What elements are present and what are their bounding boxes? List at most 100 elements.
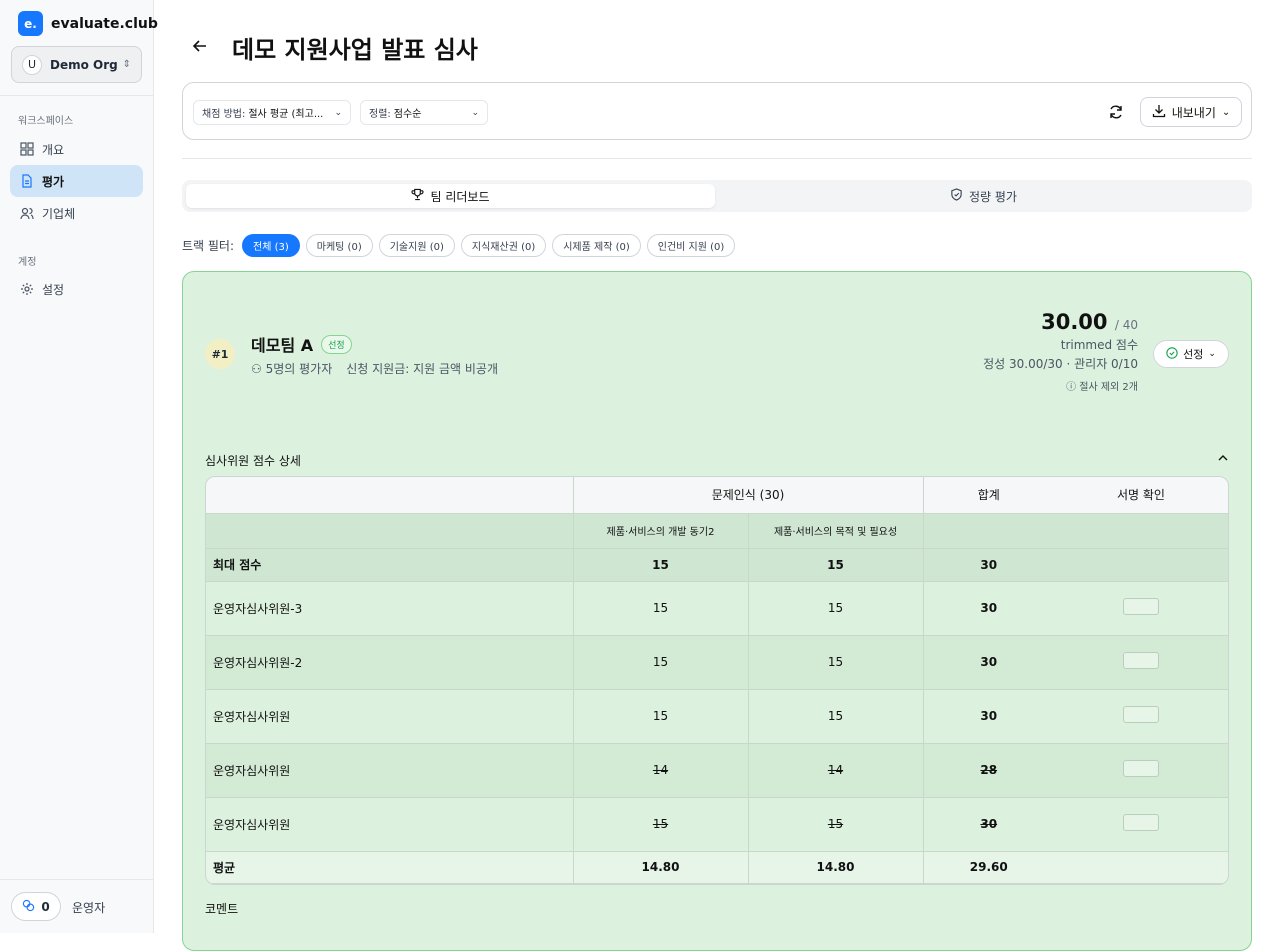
user-credit-pill[interactable]: 0 <box>11 892 61 921</box>
score-total: 30 <box>923 797 1054 852</box>
subheader-criterion: 제품·서비스의 목적 및 필요성 <box>748 513 924 549</box>
average-row: 평균 14.80 14.80 29.60 <box>206 851 1228 884</box>
signature-image <box>1123 652 1159 669</box>
chevron-down-icon: ⌄ <box>334 107 342 118</box>
score-c2: 15 <box>748 635 924 690</box>
export-button[interactable]: 내보내기 ⌄ <box>1140 97 1242 127</box>
score-c1: 14 <box>573 743 749 798</box>
sidebar-item-label: 설정 <box>42 282 65 297</box>
account-section-label: 계정 <box>18 257 37 268</box>
shield-icon <box>950 188 963 204</box>
team-name: 데모팀 A <box>251 336 314 355</box>
signature-image <box>1123 706 1159 723</box>
avg-total: 29.60 <box>923 851 1054 884</box>
users-icon <box>20 206 34 220</box>
org-switcher[interactable]: U Demo Org ⇕ <box>11 46 142 83</box>
brand[interactable]: e. evaluate.club <box>18 11 158 36</box>
selection-dropdown[interactable]: 선정 ⌄ <box>1153 340 1229 368</box>
filter-chip-marketing[interactable]: 마케팅 (0) <box>305 234 373 257</box>
evaluator-count: ⚇ 5명의 평가자 <box>251 362 333 376</box>
sidebar-item-overview[interactable]: 개요 <box>10 133 143 165</box>
score-c2: 15 <box>748 581 924 636</box>
table-header-row: 문제인식 (30) 합계 서명 확인 <box>206 477 1228 514</box>
team-name-row: 데모팀 A 선정 <box>251 332 352 356</box>
signature-thumbnail[interactable] <box>1054 689 1228 744</box>
filter-chip-all[interactable]: 전체 (3) <box>242 234 300 257</box>
score-total: 30 <box>923 635 1054 690</box>
chevron-down-icon: ⌄ <box>471 107 479 118</box>
sort-dropdown[interactable]: 정렬: 점수순 ⌄ <box>360 100 488 125</box>
score-type: trimmed 점수 <box>1060 338 1138 352</box>
score-c1: 15 <box>573 689 749 744</box>
team-card: #1 데모팀 A 선정 ⚇ 5명의 평가자 신청 지원금: 지원 금액 비공개 … <box>182 271 1252 951</box>
selection-label: 선정 <box>1183 348 1204 361</box>
scoring-value: 절사 평균 (최고... <box>248 109 324 120</box>
avg-signature <box>1054 851 1228 884</box>
trim-note: ⓘ 절사 제외 2개 <box>1066 382 1138 393</box>
score-detail-title: 심사위원 점수 상세 <box>205 454 301 468</box>
signature-thumbnail[interactable] <box>1054 743 1228 798</box>
refresh-icon[interactable] <box>1108 104 1126 122</box>
table-row-trimmed: 운영자심사위원 14 14 28 <box>206 743 1228 798</box>
back-arrow-icon[interactable] <box>192 38 208 59</box>
track-filter-label: 트랙 필터: <box>182 239 235 253</box>
signature-thumbnail[interactable] <box>1054 635 1228 690</box>
table-row: 운영자심사위원-2 15 15 30 <box>206 635 1228 690</box>
track-filters: 트랙 필터: 전체 (3) 마케팅 (0) 기술지원 (0) 지식재산권 (0)… <box>182 234 736 257</box>
download-icon <box>1152 104 1166 121</box>
divider <box>182 158 1252 159</box>
max-total: 30 <box>923 548 1054 582</box>
chevron-down-icon: ⌄ <box>1208 349 1216 359</box>
sidebar-divider <box>0 879 153 880</box>
header-signature: 서명 확인 <box>1054 477 1228 514</box>
chevron-up-icon[interactable] <box>1217 452 1229 467</box>
sidebar-item-evaluation[interactable]: 평가 <box>10 165 143 197</box>
filter-chip-ip[interactable]: 지식재산권 (0) <box>460 234 547 257</box>
user-count: 0 <box>41 899 50 914</box>
score-c1: 15 <box>573 581 749 636</box>
sidebar-item-label: 개요 <box>42 142 65 157</box>
avg-c1: 14.80 <box>573 851 749 884</box>
document-icon <box>20 174 34 188</box>
chevron-updown-icon: ⇕ <box>122 59 131 70</box>
gear-icon <box>20 282 34 296</box>
table-subheader-row: 제품·서비스의 개발 동기2 제품·서비스의 목적 및 필요성 <box>206 513 1228 549</box>
tab-quantitative-eval[interactable]: 정량 평가 <box>719 184 1248 208</box>
filter-chip-labor[interactable]: 인건비 지원 (0) <box>646 234 736 257</box>
users-icon: ⚇ <box>251 362 266 376</box>
sidebar-item-label: 기업체 <box>42 206 76 221</box>
max-signature <box>1054 548 1228 582</box>
judge-name: 운영자심사위원 <box>206 797 574 852</box>
score-table: 문제인식 (30) 합계 서명 확인 제품·서비스의 개발 동기2 제품·서비스… <box>205 476 1229 885</box>
header-empty <box>206 477 574 514</box>
coins-icon <box>22 899 35 915</box>
sidebar-item-label: 평가 <box>42 174 65 189</box>
tab-team-leaderboard[interactable]: 팀 리더보드 <box>186 184 715 208</box>
score-total: 30 <box>923 689 1054 744</box>
signature-image <box>1123 760 1159 777</box>
filter-chip-tech-support[interactable]: 기술지원 (0) <box>378 234 455 257</box>
scoring-method-dropdown[interactable]: 채점 방법: 절사 평균 (최고... ⌄ <box>193 100 351 125</box>
signature-thumbnail[interactable] <box>1054 797 1228 852</box>
filter-chip-prototype[interactable]: 시제품 제작 (0) <box>552 234 641 257</box>
check-circle-icon <box>1166 346 1178 362</box>
workspace-section-label: 워크스페이스 <box>18 116 74 127</box>
header-total: 합계 <box>923 477 1054 514</box>
signature-thumbnail[interactable] <box>1054 581 1228 636</box>
export-label: 내보내기 <box>1171 105 1216 120</box>
score-total: 28 <box>923 743 1054 798</box>
user-role: 운영자 <box>72 901 106 915</box>
team-meta: ⚇ 5명의 평가자 신청 지원금: 지원 금액 비공개 <box>251 360 498 377</box>
sidebar-item-settings[interactable]: 설정 <box>10 273 143 305</box>
brand-name: evaluate.club <box>51 15 158 32</box>
tab-label: 정량 평가 <box>969 189 1017 204</box>
subheader-empty <box>1054 513 1228 549</box>
sort-value: 점수순 <box>393 109 422 120</box>
sidebar-item-companies[interactable]: 기업체 <box>10 197 143 229</box>
row-label: 최대 점수 <box>206 548 574 582</box>
scoring-label: 채점 방법: <box>202 109 246 120</box>
table-row-trimmed: 운영자심사위원 15 15 30 <box>206 797 1228 852</box>
score-total: 30 <box>923 581 1054 636</box>
main-content: 데모 지원사업 발표 심사 채점 방법: 절사 평균 (최고... ⌄ 정렬: 점수순… <box>154 0 1280 951</box>
sort-label: 정렬: <box>369 109 391 120</box>
